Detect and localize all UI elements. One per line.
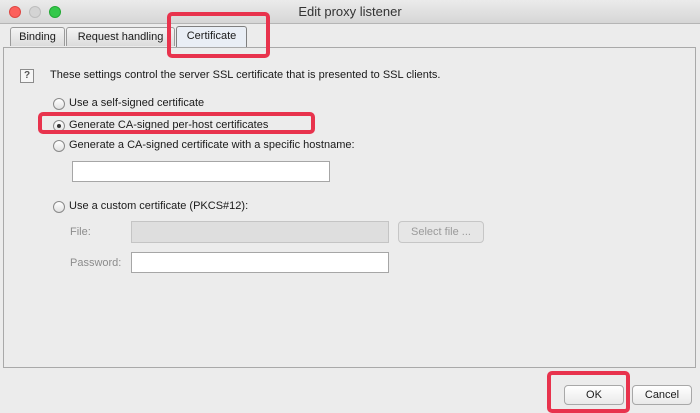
window-title: Edit proxy listener [298,4,402,19]
title-bar: Edit proxy listener [0,0,700,24]
radio-self-signed[interactable] [53,98,65,110]
tab-request-handling[interactable]: Request handling [66,27,175,46]
password-label: Password: [70,257,122,269]
select-file-button[interactable]: Select file ... [398,221,484,243]
option-custom-certificate-label: Use a custom certificate (PKCS#12): [69,200,249,212]
file-input[interactable] [131,221,389,243]
cancel-button[interactable]: Cancel [632,385,692,405]
intro-text: These settings control the server SSL ce… [50,69,441,81]
hostname-input[interactable] [72,161,330,182]
password-input[interactable] [131,252,389,273]
radio-specific-hostname[interactable] [53,140,65,152]
option-ca-signed-per-host-label: Generate CA-signed per-host certificates [69,119,269,131]
option-self-signed-label: Use a self-signed certificate [69,97,205,109]
tab-certificate[interactable]: Certificate [176,26,247,47]
help-icon[interactable]: ? [20,69,34,83]
radio-ca-signed-per-host[interactable] [53,120,65,132]
tab-binding[interactable]: Binding [10,27,65,46]
option-specific-hostname-label: Generate a CA-signed certificate with a … [69,139,355,151]
file-label: File: [70,226,91,238]
ok-button[interactable]: OK [564,385,624,405]
radio-custom-certificate[interactable] [53,201,65,213]
